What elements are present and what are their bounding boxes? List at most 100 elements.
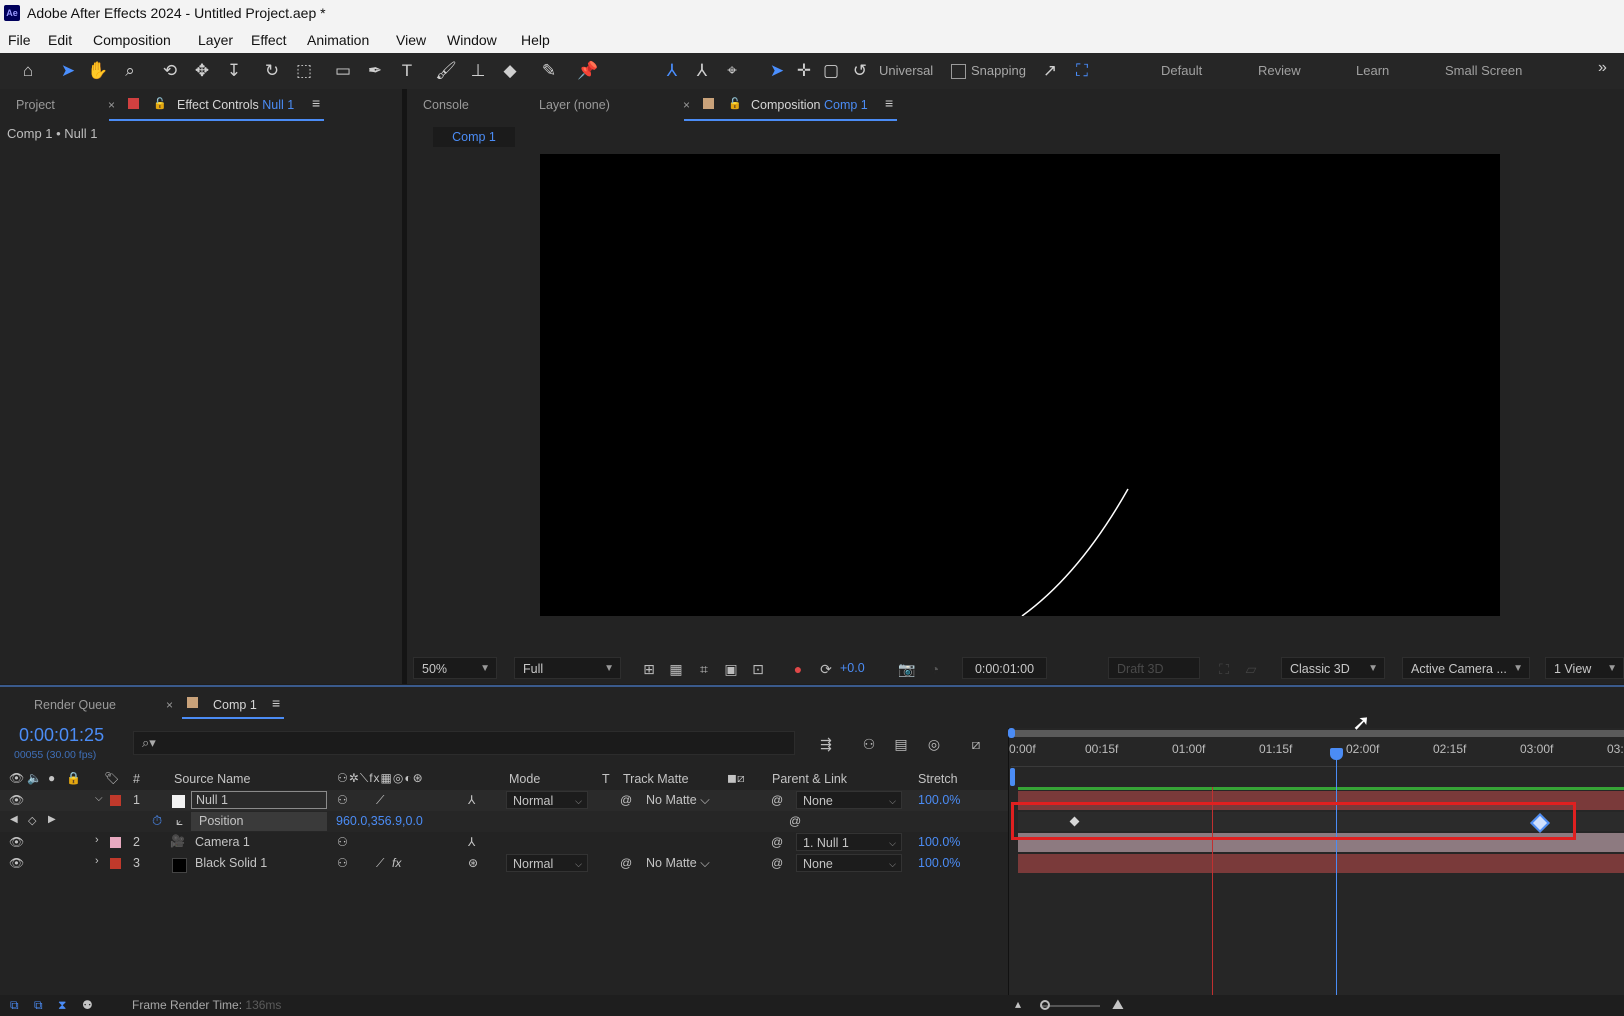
composition-flowchart-icon[interactable]: ⇶ bbox=[817, 735, 835, 753]
rotation-tool-icon[interactable]: ↻ bbox=[260, 59, 284, 83]
menu-view[interactable]: View bbox=[396, 32, 426, 48]
tab-console[interactable]: Console bbox=[423, 98, 469, 112]
chevron-down-icon[interactable]: ⌵ bbox=[95, 793, 103, 804]
graph-icon[interactable]: ⟀ bbox=[176, 814, 183, 829]
close-icon[interactable]: × bbox=[683, 98, 690, 112]
eye-icon[interactable]: 👁 bbox=[9, 793, 24, 807]
workspace-learn[interactable]: Learn bbox=[1356, 63, 1389, 78]
snap-options-icon[interactable]: ↗ bbox=[1038, 59, 1062, 83]
menu-composition[interactable]: Composition bbox=[93, 32, 171, 48]
clone-stamp-icon[interactable]: ⊥ bbox=[466, 59, 490, 83]
stretch-value[interactable]: 100.0% bbox=[918, 856, 960, 870]
parent-dropdown[interactable]: None ⌵ bbox=[796, 854, 902, 872]
gizmo-rotate-icon[interactable]: ↺ bbox=[848, 59, 872, 83]
in-out-toggle-icon[interactable]: ⧗ bbox=[58, 998, 66, 1013]
home-icon[interactable]: ⌂ bbox=[16, 59, 40, 83]
snapshot-icon[interactable]: 📷 bbox=[898, 660, 916, 678]
quality-switch-icon[interactable]: ⟋ bbox=[376, 856, 384, 871]
property-row-position[interactable]: ◀ ◇ ▶ ⏱ ⟀ Position 960.0,356.9,0.0 @ bbox=[0, 811, 1008, 832]
quality-switch-icon[interactable]: ⟋ bbox=[376, 793, 384, 808]
zoom-tool-icon[interactable]: ⌕ bbox=[118, 59, 142, 83]
menu-help[interactable]: Help bbox=[521, 32, 550, 48]
tab-composition[interactable]: Composition Comp 1 bbox=[751, 98, 868, 112]
menu-effect[interactable]: Effect bbox=[251, 32, 287, 48]
brush-tool-icon[interactable]: 🖌 bbox=[434, 59, 458, 83]
draft-3d-toggle[interactable]: Draft 3D bbox=[1108, 657, 1200, 679]
workspace-overflow-icon[interactable]: » bbox=[1598, 59, 1607, 77]
rectangle-tool-icon[interactable]: ▭ bbox=[331, 59, 355, 83]
magnification-dropdown[interactable]: 50% ▼ bbox=[413, 657, 497, 679]
column-source-name[interactable]: Source Name bbox=[174, 772, 250, 786]
3d-layer-switch-icon[interactable]: ⅄ bbox=[468, 835, 475, 849]
layer-label-color[interactable] bbox=[110, 858, 121, 869]
layer-name[interactable]: Camera 1 bbox=[195, 835, 250, 849]
roto-brush-icon[interactable]: ✎ bbox=[537, 59, 561, 83]
position-value[interactable]: 960.0,356.9,0.0 bbox=[336, 814, 423, 828]
shy-switch-icon[interactable]: ⚇ bbox=[337, 856, 348, 870]
layer-name[interactable]: Black Solid 1 bbox=[195, 856, 267, 870]
track-matte-dropdown[interactable]: No Matte ⌵ bbox=[646, 793, 710, 808]
add-keyframe-icon[interactable]: ◇ bbox=[28, 814, 36, 827]
workspace-default[interactable]: Default bbox=[1161, 63, 1202, 78]
stretch-value[interactable]: 100.0% bbox=[918, 793, 960, 807]
zoom-slider-handle[interactable] bbox=[1040, 1000, 1050, 1010]
pen-tool-icon[interactable]: ✒ bbox=[363, 59, 387, 83]
lock-icon[interactable]: 🔓 bbox=[153, 97, 167, 110]
current-time-display[interactable]: 0:00:01:00 bbox=[962, 657, 1047, 679]
expression-pickwhip-icon[interactable]: @ bbox=[789, 814, 801, 828]
selection-tool-icon[interactable]: ➤ bbox=[56, 59, 80, 83]
eye-icon[interactable]: 👁 bbox=[9, 835, 24, 849]
mask-visibility-icon[interactable]: ⌗ bbox=[695, 660, 713, 678]
layer-row-black-solid-1[interactable]: 👁 › 3 Black Solid 1 ⚇ ⟋ fx ⊛ Normal ⌵ @ N… bbox=[0, 853, 1008, 874]
view-layout-dropdown[interactable]: 1 View ▼ bbox=[1545, 657, 1624, 679]
gizmo-select-icon[interactable]: ➤ bbox=[765, 59, 789, 83]
menu-window[interactable]: Window bbox=[447, 32, 497, 48]
renderer-dropdown[interactable]: Classic 3D ▼ bbox=[1281, 657, 1385, 679]
stopwatch-icon[interactable]: ⏱ bbox=[152, 813, 162, 829]
extended-viewer-icon[interactable]: ⛶ bbox=[1215, 660, 1233, 678]
3d-layer-switch-icon[interactable]: ⊛ bbox=[468, 856, 478, 870]
panel-menu-icon[interactable]: ≡ bbox=[885, 95, 893, 111]
hand-tool-icon[interactable]: ✋ bbox=[86, 59, 110, 83]
world-axis-icon[interactable]: ⅄ bbox=[690, 59, 714, 83]
shy-switch-icon[interactable]: ⚇ bbox=[337, 835, 348, 849]
track-matte-pickwhip-icon[interactable]: @ bbox=[620, 793, 632, 807]
transfer-controls-toggle-icon[interactable]: ⧉ bbox=[34, 998, 43, 1013]
region-of-interest-icon[interactable]: ▣ bbox=[722, 660, 740, 678]
prev-keyframe-icon[interactable]: ◀ bbox=[10, 814, 18, 825]
motion-blur-icon[interactable]: ◎ bbox=[925, 735, 943, 753]
chevron-right-icon[interactable]: › bbox=[95, 834, 99, 846]
work-area-start-marker[interactable] bbox=[1010, 768, 1015, 786]
menu-animation[interactable]: Animation bbox=[307, 32, 369, 48]
parent-dropdown[interactable]: 1. Null 1 ⌵ bbox=[796, 833, 902, 851]
layer-switches-toggle-icon[interactable]: ⧉ bbox=[10, 998, 19, 1013]
parent-pickwhip-icon[interactable]: @ bbox=[771, 793, 783, 807]
track-matte-pickwhip-icon[interactable]: @ bbox=[620, 856, 632, 870]
parent-pickwhip-icon[interactable]: @ bbox=[771, 856, 783, 870]
render-time-toggle-icon[interactable]: ⚉ bbox=[82, 998, 93, 1012]
chevron-right-icon[interactable]: › bbox=[95, 855, 99, 867]
reset-exposure-icon[interactable]: ⟳ bbox=[817, 660, 835, 678]
axis-mode-label[interactable]: Universal bbox=[879, 63, 933, 78]
layer-label-color[interactable] bbox=[110, 837, 121, 848]
resolution-dropdown[interactable]: Full ▼ bbox=[514, 657, 621, 679]
tab-project[interactable]: Project bbox=[16, 98, 55, 112]
camera-view-dropdown[interactable]: Active Camera ... ▼ bbox=[1402, 657, 1530, 679]
track-matte-dropdown[interactable]: No Matte ⌵ bbox=[646, 856, 710, 871]
close-icon[interactable]: × bbox=[166, 698, 173, 712]
hide-shy-layers-icon[interactable]: ⚇ bbox=[860, 735, 878, 753]
pan-camera-icon[interactable]: ✥ bbox=[190, 59, 214, 83]
close-icon[interactable]: × bbox=[108, 98, 115, 112]
eraser-tool-icon[interactable]: ◆ bbox=[498, 59, 522, 83]
graph-editor-icon[interactable]: ⧄ bbox=[967, 735, 985, 753]
3d-layer-switch-icon[interactable]: ⅄ bbox=[468, 793, 475, 807]
zoom-out-icon[interactable]: ▴ bbox=[1015, 997, 1021, 1011]
stretch-value[interactable]: 100.0% bbox=[918, 835, 960, 849]
mode-dropdown[interactable]: Normal ⌵ bbox=[506, 854, 588, 872]
layer-bar-black-solid-1[interactable] bbox=[1018, 854, 1624, 873]
mode-dropdown[interactable]: Normal ⌵ bbox=[506, 791, 588, 809]
layer-row-camera-1[interactable]: 👁 › 2 🎥 Camera 1 ⚇ ⅄ @ 1. Null 1 ⌵ 100.0% bbox=[0, 832, 1008, 853]
time-navigator-start[interactable] bbox=[1008, 728, 1015, 738]
panel-menu-icon[interactable]: ≡ bbox=[312, 95, 320, 111]
pan-behind-icon[interactable]: ⬚ bbox=[292, 59, 316, 83]
